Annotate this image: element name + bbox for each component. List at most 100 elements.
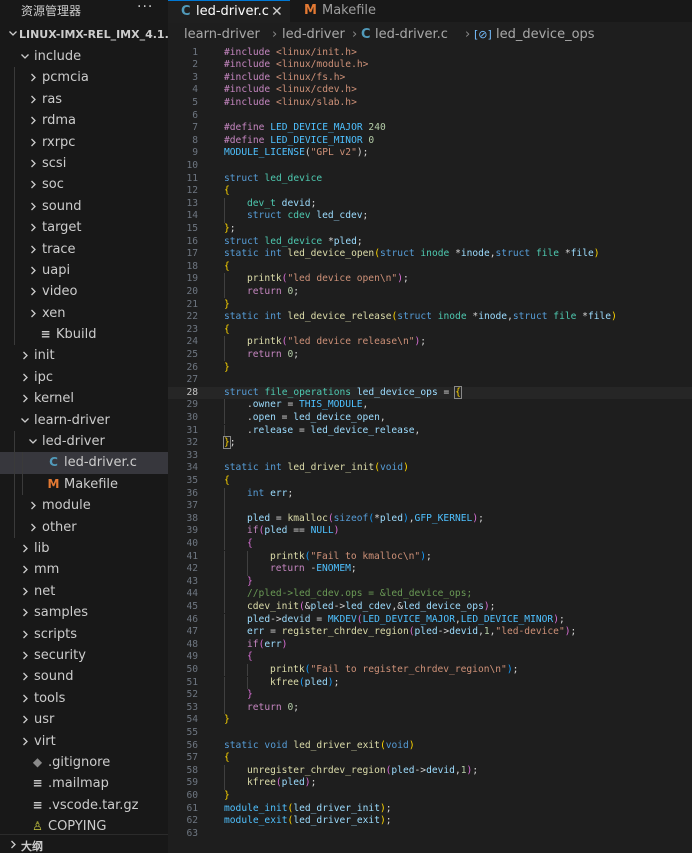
tree-folder[interactable]: scripts (0, 624, 168, 645)
code-line[interactable]: 40 { (168, 537, 692, 551)
tree-file[interactable]: Cled-driver.c (0, 452, 168, 474)
code-line[interactable]: 3 #include <linux/fs.h> (168, 72, 692, 85)
code-line[interactable]: 23 { (168, 324, 692, 337)
code-line[interactable]: 22 static int led_device_release(struct i… (168, 311, 692, 324)
tree-file[interactable]: ≡ Kbuild (0, 324, 168, 346)
tree-folder[interactable]: uapi (0, 259, 168, 282)
code-line[interactable]: 43} (168, 575, 692, 589)
code-line[interactable]: 60} (168, 790, 692, 803)
code-line[interactable]: 46 pled->devid = MKDEV(LED_DEVICE_MAJOR,L… (168, 613, 692, 627)
code-line[interactable]: 48 if(err) (168, 638, 692, 652)
tree-folder[interactable]: samples (0, 602, 168, 623)
code-line[interactable]: 45 cdev_init(&pled->led_cdev,&led_device_… (168, 600, 692, 614)
tree-folder[interactable]: init (0, 345, 168, 366)
tab-led-driver-c[interactable]: C led-driver.c ✕ (168, 0, 290, 23)
tree-file[interactable]: M Makefile (0, 473, 168, 496)
tree-folder[interactable]: soc (0, 174, 168, 196)
tree-folder[interactable]: mm (0, 559, 168, 580)
breadcrumb-item-symbol[interactable]: led_device_ops (496, 27, 595, 42)
code-line[interactable]: 39 if(pled == NULL) (168, 525, 692, 538)
outline-section-header[interactable]: 大纲 (0, 834, 168, 853)
code-line[interactable]: 33 (168, 450, 692, 463)
tree-folder[interactable]: usr (0, 709, 168, 730)
tree-folder[interactable]: learn-driver (0, 410, 168, 431)
code-line[interactable]: 28 struct file_operations led_device_ops … (168, 385, 692, 400)
code-line[interactable]: 11 struct led_device (168, 173, 692, 186)
code-line[interactable]: 1 #include <linux/init.h> (168, 47, 692, 60)
code-line[interactable]: 2 #include <linux/module.h> (168, 59, 692, 72)
code-line[interactable]: 44 //pled->led_cdev.ops = &led_device_ops… (168, 588, 692, 601)
code-line[interactable]: 36 int err; (168, 487, 692, 501)
code-line[interactable]: 42 return -ENOMEM; (168, 563, 692, 576)
code-line[interactable]: 41 printk("Fail to kmalloc\n"); (168, 550, 692, 564)
tree-folder[interactable]: sound (0, 666, 168, 687)
tree-folder[interactable]: led-driver (0, 431, 168, 453)
code-line[interactable]: 61 module_init(led_driver_init); (168, 803, 692, 816)
code-line[interactable]: 7 #define LED_DEVICE_MAJOR 240 (168, 122, 692, 135)
tree-folder[interactable]: security (0, 645, 168, 666)
tree-folder[interactable]: pcmcia (0, 67, 168, 89)
code-line[interactable]: 53 return 0; (168, 701, 692, 715)
code-line[interactable]: 31 .release = led_device_release, (168, 424, 692, 438)
code-line[interactable]: 20 return 0; (168, 285, 692, 299)
tree-folder[interactable]: other (0, 516, 168, 538)
code-line[interactable]: 9 MODULE_LICENSE("GPL v2"); (168, 147, 692, 160)
code-line[interactable]: 35 { (168, 475, 692, 488)
code-line[interactable]: 21} (168, 299, 692, 312)
code-line[interactable]: 34 static int led_driver_init(void) (168, 462, 692, 475)
code-line[interactable]: 55 (168, 727, 692, 740)
tree-folder[interactable]: target (0, 217, 168, 239)
code-line[interactable]: 12 { (168, 185, 692, 198)
code-line[interactable]: 58 unregister_chrdev_region(pled->devid,1… (168, 764, 692, 778)
code-line[interactable]: 54} (168, 714, 692, 727)
code-line[interactable]: 18 { (168, 261, 692, 274)
tree-folder[interactable]: xen (0, 302, 168, 325)
tree-folder[interactable]: kernel (0, 388, 168, 409)
code-line[interactable]: 63 (168, 828, 692, 841)
close-icon[interactable]: ✕ (271, 2, 283, 22)
tree-folder[interactable]: lib (0, 538, 168, 559)
tree-folder[interactable]: trace (0, 238, 168, 260)
code-line[interactable]: 8 #define LED_DEVICE_MINOR 0 (168, 135, 692, 148)
code-line[interactable]: 56 static void led_driver_exit(void) (168, 740, 692, 753)
code-editor[interactable]: 1 #include <linux/init.h> 2 #include <linux… (168, 45, 692, 853)
code-line[interactable]: 62 module_exit(led_driver_exit); (168, 815, 692, 828)
code-line[interactable]: 38 pled = kmalloc(sizeof(*pled),GFP_KERNE… (168, 512, 692, 526)
code-line[interactable]: 14 struct cdev led_cdev; (168, 210, 692, 223)
code-line[interactable]: 6 (168, 110, 692, 123)
tree-folder[interactable]: include (0, 46, 168, 67)
code-line[interactable]: 47 err = register_chrdev_region(pled->dev… (168, 626, 692, 639)
code-line[interactable]: 27 (168, 374, 692, 387)
code-line[interactable]: 24 printk("led device release\n"); (168, 336, 692, 349)
tree-folder[interactable]: scsi (0, 152, 168, 175)
tree-folder[interactable]: video (0, 281, 168, 303)
tree-file[interactable]: ≡ .mailmap (0, 773, 168, 794)
tree-folder[interactable]: virt (0, 731, 168, 752)
tree-folder[interactable]: sound (0, 195, 168, 218)
code-line[interactable]: 59 kfree(pled); (168, 777, 692, 790)
breadcrumb-item-led-driver[interactable]: led-driver (282, 27, 345, 42)
code-line[interactable]: 5 #include <linux/slab.h> (168, 97, 692, 110)
code-line[interactable]: 26} (168, 362, 692, 375)
more-actions-icon[interactable]: ··· (137, 0, 153, 15)
tree-folder[interactable]: rxrpc (0, 131, 168, 153)
breadcrumb-item-learn-driver[interactable]: learn-driver (184, 27, 260, 42)
code-line[interactable]: 51 kfree(pled); (168, 676, 692, 690)
tree-file[interactable]: ≡ .vscode.tar.gz (0, 795, 168, 816)
code-line[interactable]: 4 #include <linux/cdev.h> (168, 84, 692, 97)
code-line[interactable]: 52} (168, 689, 692, 702)
code-line[interactable]: 16 struct led_device *pled; (168, 236, 692, 249)
tree-folder[interactable]: module (0, 495, 168, 517)
code-line[interactable]: 19 printk("led device open\n"); (168, 273, 692, 286)
code-line[interactable]: 50 printk("Fail to register_chrdev_region… (168, 663, 692, 677)
tree-file[interactable]: ◆ .gitignore (0, 752, 168, 773)
code-line[interactable]: 30 .open = led_device_open, (168, 411, 692, 425)
tree-folder[interactable]: net (0, 581, 168, 602)
code-line[interactable]: 29 .owner = THIS_MODULE, (168, 399, 692, 412)
code-line[interactable]: 13 dev_t devid; (168, 197, 692, 211)
tree-folder[interactable]: ras (0, 88, 168, 111)
code-line[interactable]: 17 static int led_device_open(struct inod… (168, 248, 692, 261)
code-line[interactable]: 25 return 0; (168, 348, 692, 362)
breadcrumb-item-file[interactable]: led-driver.c (375, 27, 448, 42)
code-line[interactable]: 15}; (168, 223, 692, 236)
